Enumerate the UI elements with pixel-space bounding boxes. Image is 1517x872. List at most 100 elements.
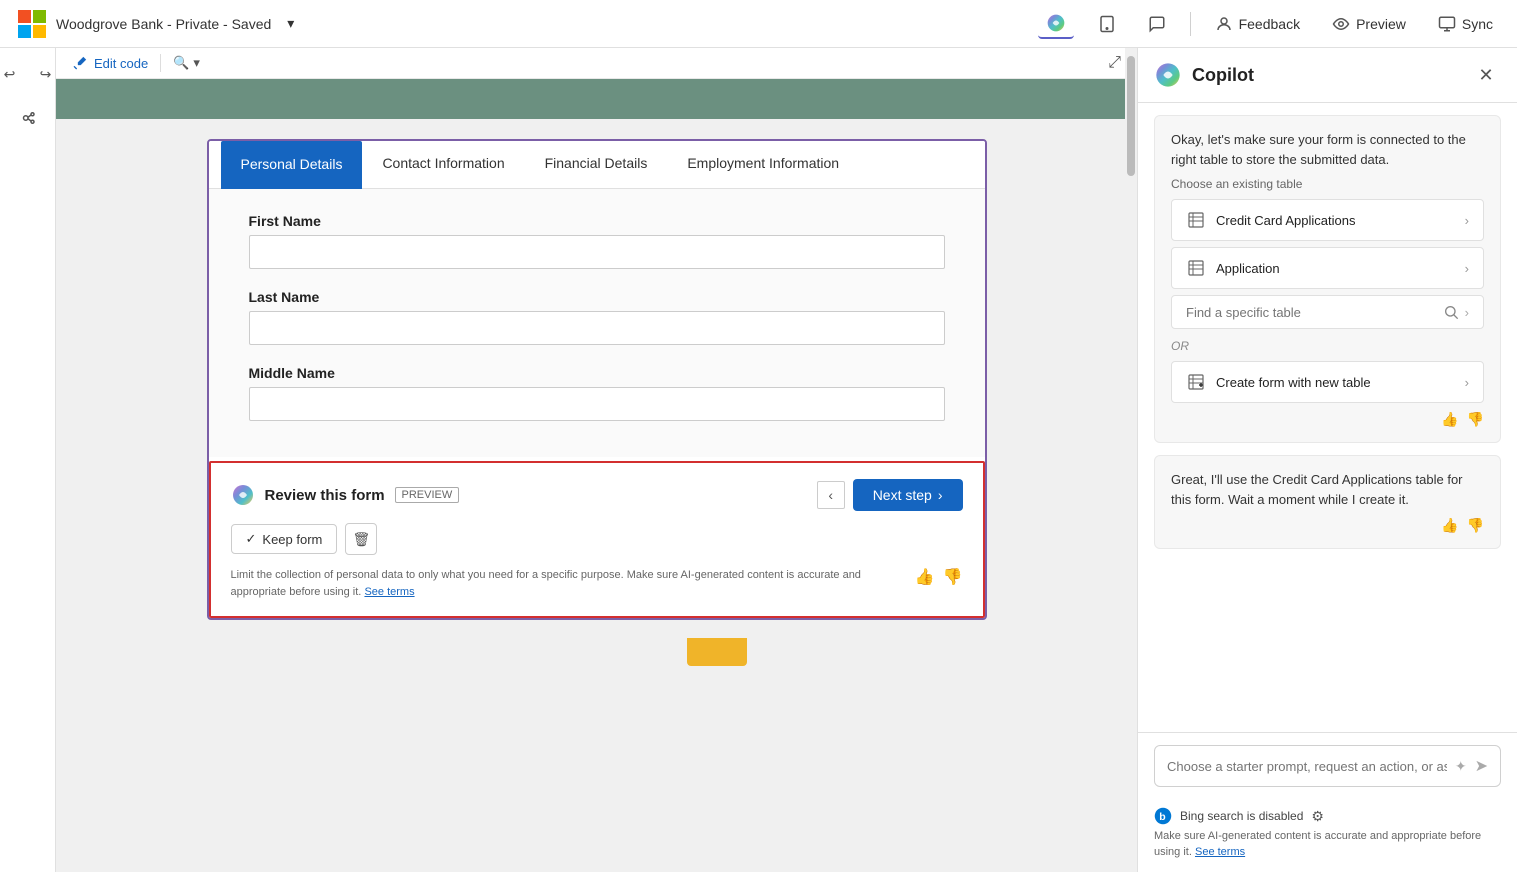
msg2-thumbs-up-icon: 👍 <box>1441 517 1458 533</box>
first-name-input[interactable] <box>249 235 945 269</box>
keep-form-label: Keep form <box>262 532 322 547</box>
table-option-credit-card-name: Credit Card Applications <box>1216 213 1355 228</box>
thumbs-up-icon: 👍 <box>915 569 935 586</box>
chat-icon <box>1148 15 1166 33</box>
next-step-label: Next step <box>873 487 932 503</box>
see-terms-link[interactable]: See terms <box>364 586 414 598</box>
copilot-sidebar: Copilot ✕ Okay, let's make sure your for… <box>1137 48 1517 872</box>
bottom-yellow-container <box>56 638 1137 666</box>
sync-btn[interactable]: Sync <box>1430 11 1501 37</box>
nav-prev-btn[interactable]: ‹ <box>817 481 845 509</box>
toolbar-divider <box>160 54 161 72</box>
main-content: ↩ ↪ Edit code <box>0 48 1517 872</box>
gear-icon: ⚙ <box>1311 808 1324 824</box>
find-table-chevron: › <box>1465 305 1469 320</box>
tablet-view-btn[interactable] <box>1090 11 1124 37</box>
tab-contact-information[interactable]: Contact Information <box>362 141 524 188</box>
copilot-input[interactable] <box>1167 759 1447 774</box>
table-option-credit-card[interactable]: Credit Card Applications › <box>1171 199 1484 241</box>
chat-btn[interactable] <box>1140 11 1174 37</box>
table-option-application[interactable]: Application › <box>1171 247 1484 289</box>
send-icon: ➤ <box>1475 758 1488 775</box>
expand-btn[interactable]: ⤢ <box>1108 54 1121 72</box>
tab-personal-details[interactable]: Personal Details <box>221 141 363 189</box>
tables-section: Choose an existing table <box>1171 177 1484 403</box>
tab-personal-details-label: Personal Details <box>241 156 343 172</box>
bing-label: Bing search is disabled <box>1180 809 1303 823</box>
table-option-credit-card-chevron: › <box>1465 213 1469 228</box>
review-panel: Review this form PREVIEW ‹ Next step › <box>209 461 985 618</box>
msg1-thumbs-up-btn[interactable]: 👍 <box>1441 411 1458 428</box>
msg2-thumbs-up-btn[interactable]: 👍 <box>1441 517 1458 534</box>
copilot-message-1-text: Okay, let's make sure your form is conne… <box>1171 130 1484 169</box>
edit-code-btn[interactable]: Edit code <box>72 55 148 71</box>
last-name-input[interactable] <box>249 311 945 345</box>
table-grid-icon-2 <box>1186 258 1206 278</box>
next-step-icon: › <box>938 487 943 503</box>
find-table-input[interactable] <box>1186 305 1443 320</box>
message-2-feedback: 👍 👎 <box>1171 517 1484 534</box>
copilot-header-icon <box>1154 61 1182 89</box>
bing-logo-icon: b <box>1154 807 1172 825</box>
tab-financial-details[interactable]: Financial Details <box>525 141 668 188</box>
copilot-title: Copilot <box>1192 65 1254 86</box>
create-table-option[interactable]: Create form with new table › <box>1171 361 1484 403</box>
review-panel-title-row: Review this form PREVIEW <box>231 483 460 507</box>
copilot-message-2-text: Great, I'll use the Credit Card Applicat… <box>1171 470 1484 509</box>
msg1-thumbs-down-btn[interactable]: 👎 <box>1467 411 1484 428</box>
middle-name-input[interactable] <box>249 387 945 421</box>
preview-icon <box>1332 15 1350 33</box>
chevron-down-icon: ▾ <box>287 15 294 32</box>
expand-icon: ⤢ <box>1108 54 1121 71</box>
find-table-left <box>1186 305 1443 320</box>
scrollbar-track[interactable] <box>1125 48 1137 872</box>
table-option-application-left: Application <box>1186 258 1280 278</box>
thumbs-down-btn[interactable]: 👎 <box>943 567 963 587</box>
close-icon: ✕ <box>1478 65 1493 86</box>
copilot-send-btn[interactable]: ➤ <box>1475 756 1488 776</box>
topbar-separator <box>1190 12 1191 36</box>
svg-text:b: b <box>1159 811 1165 823</box>
canvas-toolbar: Edit code 🔍 ▾ ⤢ <box>56 48 1137 79</box>
zoom-chevron: ▾ <box>193 55 200 71</box>
copilot-input-row: ✦ ➤ <box>1154 745 1501 787</box>
msg2-thumbs-down-icon: 👎 <box>1467 517 1484 533</box>
copilot-topbar-btn[interactable] <box>1038 9 1074 39</box>
zoom-btn[interactable]: 🔍 ▾ <box>173 55 200 71</box>
tab-employment-information-label: Employment Information <box>687 155 839 171</box>
copilot-spark-btn[interactable]: ✦ <box>1455 758 1467 775</box>
table-grid-icon-1 <box>1186 210 1206 230</box>
topbar-chevron-btn[interactable]: ▾ <box>279 11 302 36</box>
topbar-left: Woodgrove Bank - Private - Saved ▾ <box>16 8 1022 40</box>
copilot-input-area: ✦ ➤ <box>1138 732 1517 799</box>
left-toolbar: ↩ ↪ <box>0 48 56 872</box>
copilot-close-btn[interactable]: ✕ <box>1471 60 1501 90</box>
or-divider: OR <box>1171 335 1484 357</box>
next-step-btn[interactable]: Next step › <box>853 479 963 511</box>
field-group-first-name: First Name <box>249 213 945 269</box>
create-table-chevron: › <box>1465 375 1469 390</box>
review-panel-actions: ✓ Keep form 🗑 <box>231 523 963 555</box>
tab-financial-details-label: Financial Details <box>545 155 648 171</box>
tab-employment-information[interactable]: Employment Information <box>667 141 859 188</box>
keep-form-btn[interactable]: ✓ Keep form <box>231 524 338 554</box>
msg2-thumbs-down-btn[interactable]: 👎 <box>1467 517 1484 534</box>
topbar-right: Feedback Preview Sync <box>1038 9 1501 39</box>
edit-code-label: Edit code <box>94 56 148 71</box>
delete-form-btn[interactable]: 🗑 <box>345 523 377 555</box>
undo-btn[interactable]: ↩ <box>0 60 24 88</box>
thumbs-up-btn[interactable]: 👍 <box>915 567 935 587</box>
review-disclaimer-text: Limit the collection of personal data to… <box>231 567 903 600</box>
form-tabs: Personal Details Contact Information Fin… <box>209 141 985 189</box>
form-container: Personal Details Contact Information Fin… <box>207 139 987 620</box>
bing-see-terms-link[interactable]: See terms <box>1195 846 1245 858</box>
feedback-btn[interactable]: Feedback <box>1207 11 1308 37</box>
connect-btn[interactable] <box>10 100 46 136</box>
field-group-last-name: Last Name <box>249 289 945 345</box>
bottom-yellow-tab <box>687 638 747 666</box>
bing-row: b Bing search is disabled ⚙ <box>1154 807 1501 825</box>
bing-settings-btn[interactable]: ⚙ <box>1311 808 1324 825</box>
tablet-icon <box>1098 15 1116 33</box>
preview-btn[interactable]: Preview <box>1324 11 1414 37</box>
ms-logo-icon <box>16 8 48 40</box>
